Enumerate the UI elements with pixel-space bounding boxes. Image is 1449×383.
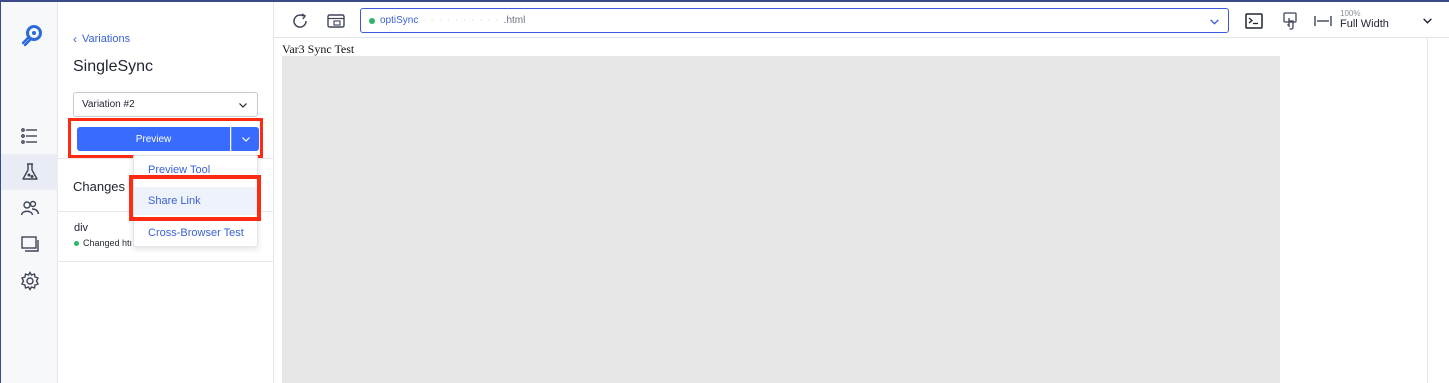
nav-windows-icon[interactable] (1, 226, 58, 262)
chevron-down-icon (241, 137, 250, 142)
interact-mode-icon[interactable] (1280, 11, 1300, 31)
chevron-down-icon[interactable] (1209, 16, 1220, 27)
optimizely-logo-icon[interactable] (19, 24, 43, 48)
url-suffix: .html (503, 15, 526, 26)
page-preview-canvas[interactable]: Var3 Sync Test (274, 38, 1449, 383)
url-bar[interactable]: optiSync · · · · · · · · · · .html (360, 8, 1229, 33)
variation-select[interactable]: Variation #2 (73, 92, 258, 117)
variation-select-value: Variation #2 (82, 99, 135, 110)
share-link-annotation-box (129, 175, 261, 221)
experiment-title: SingleSync (73, 58, 154, 75)
change-element-name[interactable]: div (74, 222, 88, 234)
menu-item-cross-browser-test[interactable]: Cross-Browser Test (134, 219, 257, 247)
nav-gear-icon[interactable] (1, 263, 58, 299)
page-content-block[interactable] (282, 56, 1280, 383)
nav-rail (1, 2, 58, 383)
viewport-width-select[interactable]: 100% Full Width (1314, 9, 1439, 31)
preview-annotation-box: Preview (68, 118, 263, 158)
nav-audiences-icon[interactable] (1, 190, 58, 226)
url-redacted: · · · · · · · · · · (422, 15, 500, 26)
chevron-down-icon (1423, 18, 1432, 24)
browser-window-icon[interactable] (326, 11, 346, 31)
change-description: Changed htı (83, 238, 133, 248)
page-heading-text[interactable]: Var3 Sync Test (282, 42, 354, 57)
refresh-icon[interactable] (290, 11, 310, 31)
secure-status-icon (369, 17, 375, 24)
nav-flask-icon[interactable] (1, 154, 58, 190)
preview-button[interactable]: Preview (77, 127, 230, 151)
change-item[interactable]: Changed htı (74, 238, 132, 248)
preview-toolbar: optiSync · · · · · · · · · · .html 100% … (274, 2, 1449, 38)
back-link-label: Variations (82, 33, 131, 45)
back-to-variations-link[interactable]: ‹ Variations (73, 33, 130, 45)
preview-dropdown-toggle[interactable] (231, 127, 259, 151)
nav-list-icon[interactable] (1, 118, 58, 154)
viewport-width-label: Full Width (1340, 18, 1389, 30)
vertical-scrollbar[interactable] (1427, 38, 1428, 383)
chevron-down-icon (239, 102, 247, 108)
console-icon[interactable] (1244, 11, 1264, 31)
status-dot-icon (74, 240, 79, 246)
changes-heading: Changes (73, 179, 126, 194)
divider (58, 261, 273, 262)
viewport-percent: 100% (1340, 9, 1361, 18)
url-prefix: optiSync (380, 15, 419, 26)
width-icon (1314, 16, 1332, 26)
chevron-left-icon: ‹ (73, 32, 77, 46)
